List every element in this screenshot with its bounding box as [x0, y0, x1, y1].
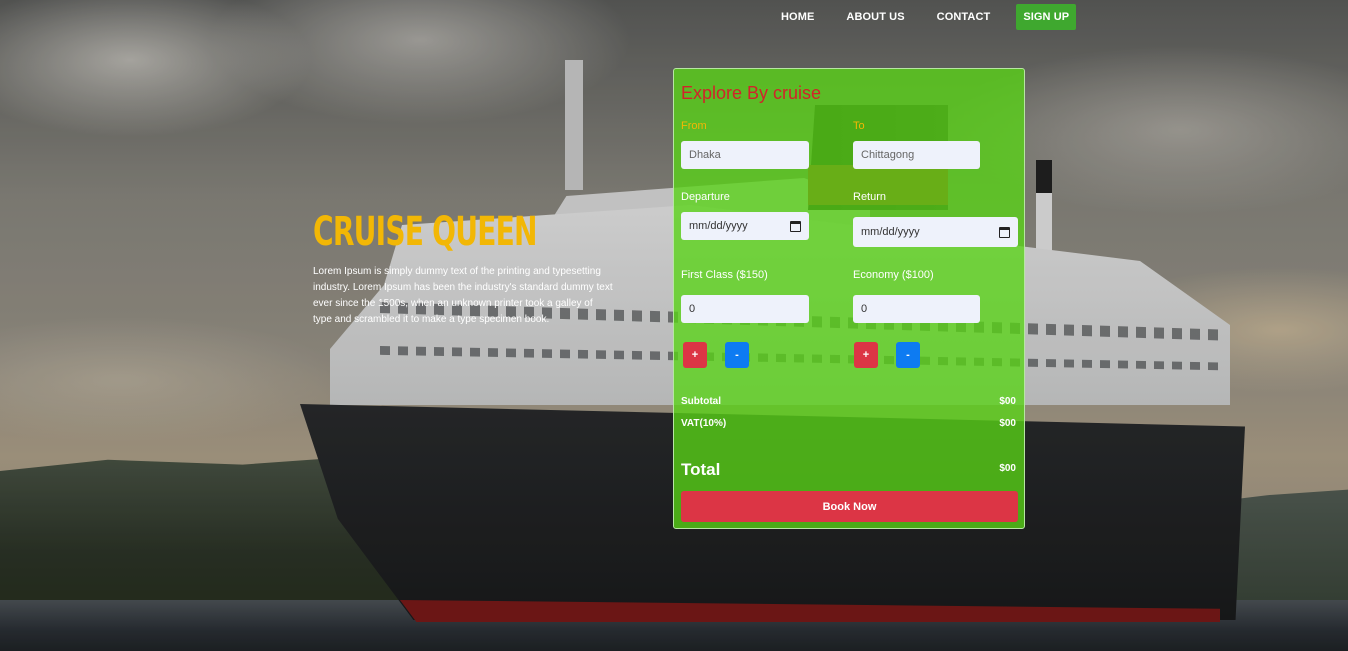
total-value: $00 — [999, 463, 1016, 474]
economy-label: Economy ($100) — [853, 269, 934, 281]
vat-value: $00 — [999, 418, 1016, 429]
nav-home-link[interactable]: HOME — [765, 4, 830, 30]
return-date-input[interactable]: mm/dd/yyyy — [853, 217, 1018, 247]
to-input[interactable] — [853, 141, 980, 169]
economy-decrease-button[interactable]: - — [896, 342, 920, 368]
vat-label: VAT(10%) — [681, 418, 727, 429]
first-class-increase-button[interactable]: + — [683, 342, 707, 368]
booking-title: Explore By cruise — [681, 83, 822, 103]
nav-about-link[interactable]: ABOUT US — [830, 4, 920, 30]
from-input[interactable] — [681, 141, 809, 169]
return-label: Return — [853, 191, 887, 203]
to-label: To — [853, 120, 865, 132]
subtotal-label: Subtotal — [681, 396, 721, 407]
departure-date-input[interactable]: mm/dd/yyyy — [681, 212, 809, 240]
nav-contact-link[interactable]: CONTACT — [921, 4, 1007, 30]
booking-panel: Explore By cruise From To Departure mm/d… — [673, 68, 1025, 529]
total-label: Total — [681, 460, 721, 479]
hero-title: CRUISE QUEEN — [313, 209, 538, 255]
departure-label: Departure — [681, 191, 730, 203]
subtotal-value: $00 — [999, 396, 1016, 407]
book-now-button[interactable]: Book Now — [681, 491, 1018, 522]
from-label: From — [681, 120, 707, 132]
top-navbar: HOME ABOUT US CONTACT SIGN UP — [765, 4, 1077, 30]
hero-description: Lorem Ipsum is simply dummy text of the … — [313, 266, 613, 325]
first-class-label: First Class ($150) — [681, 269, 768, 281]
first-class-qty-input[interactable]: 0 — [681, 295, 809, 323]
hero-section: CRUISE QUEEN Lorem Ipsum is simply dummy… — [313, 208, 613, 328]
first-class-decrease-button[interactable]: - — [725, 342, 749, 368]
calendar-icon[interactable] — [790, 220, 801, 232]
economy-increase-button[interactable]: + — [854, 342, 878, 368]
departure-date-value: mm/dd/yyyy — [689, 220, 748, 232]
sign-up-button[interactable]: SIGN UP — [1016, 4, 1077, 30]
economy-qty-input[interactable]: 0 — [853, 295, 980, 323]
calendar-icon[interactable] — [999, 226, 1010, 238]
return-date-value: mm/dd/yyyy — [861, 226, 920, 238]
